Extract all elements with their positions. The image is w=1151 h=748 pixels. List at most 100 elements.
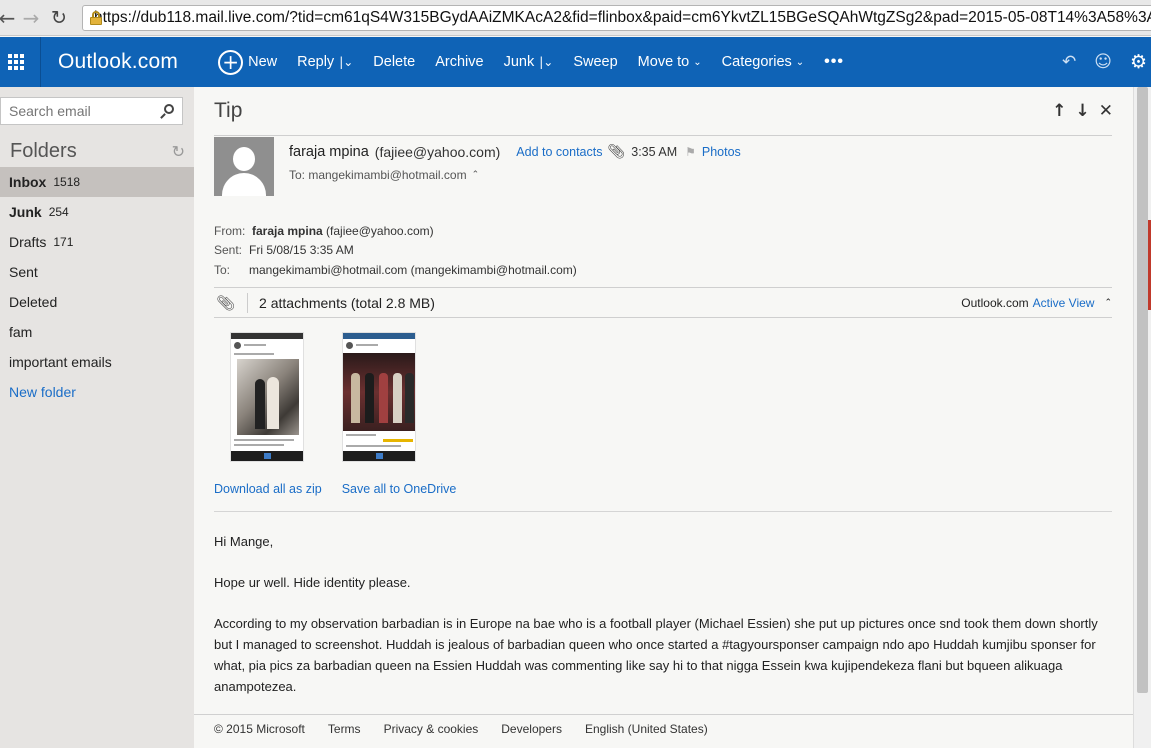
- junk-button[interactable]: Junk |⌄: [504, 54, 554, 70]
- expand-caret-icon[interactable]: ⌃: [472, 170, 480, 180]
- search-icon[interactable]: [160, 104, 174, 119]
- chevron-down-icon[interactable]: |⌄: [539, 55, 553, 69]
- from-email: (fajiee@yahoo.com): [326, 223, 434, 238]
- active-view: Outlook.com Active View ⌃: [961, 296, 1112, 310]
- sent-label: Sent:: [214, 243, 243, 258]
- sidebar-item-sent[interactable]: Sent: [0, 257, 194, 287]
- categories-button[interactable]: Categories ⌄: [722, 54, 805, 70]
- folder-count: 171: [53, 235, 74, 249]
- chevron-down-icon[interactable]: |⌄: [339, 55, 353, 69]
- browser-toolbar: ← → ↻ https://dub118.mail.live.com/?tid=…: [0, 0, 1151, 36]
- privacy-link[interactable]: Privacy & cookies: [384, 722, 479, 736]
- sweep-button[interactable]: Sweep: [573, 54, 617, 70]
- scrollbar-thumb[interactable]: [1137, 87, 1148, 693]
- new-folder-link[interactable]: New folder: [0, 377, 194, 407]
- app-header: Outlook.com + New Reply |⌄ Delete Archiv…: [0, 37, 1151, 87]
- flag-icon[interactable]: ⚑: [685, 145, 696, 159]
- attachment-thumbnail[interactable]: [342, 332, 416, 462]
- to-value: mangekimambi@hotmail.com (mangekimambi@h…: [249, 262, 577, 277]
- folder-count: 254: [48, 205, 69, 219]
- divider: [214, 317, 1112, 318]
- toolbar: + New Reply |⌄ Delete Archive Junk |⌄ Sw…: [218, 37, 864, 87]
- terms-link[interactable]: Terms: [328, 722, 361, 736]
- sidebar-item-deleted[interactable]: Deleted: [0, 287, 194, 317]
- chevron-down-icon: ⌄: [795, 56, 805, 68]
- developers-link[interactable]: Developers: [501, 722, 562, 736]
- add-to-contacts-link[interactable]: Add to contacts: [516, 145, 602, 159]
- search-box[interactable]: [0, 97, 183, 125]
- active-view-link[interactable]: Active View: [1033, 296, 1095, 310]
- folder-label: Inbox: [9, 174, 47, 190]
- download-zip-link[interactable]: Download all as zip: [214, 482, 322, 496]
- attachments-bar: 📎︎ 2 attachments (total 2.8 MB) Outlook.…: [214, 288, 1112, 317]
- reload-icon[interactable]: ↻: [48, 7, 70, 29]
- feedback-icon[interactable]: ☺: [1094, 52, 1112, 72]
- sidebar-item-important-emails[interactable]: important emails: [0, 347, 194, 377]
- to-label: To:: [214, 262, 231, 277]
- meta-to: To: mangekimambi@hotmail.com (mangekimam…: [214, 260, 577, 280]
- body-line: Hope ur well. Hide identity please.: [214, 575, 411, 590]
- waffle-icon[interactable]: [0, 37, 30, 87]
- collapse-caret-icon[interactable]: ⌃: [1104, 298, 1112, 308]
- refresh-icon[interactable]: ↻: [172, 142, 185, 161]
- message-meta: From: faraja mpina (fajiee@yahoo.com) Se…: [214, 221, 577, 280]
- folder-list: Inbox 1518 Junk 254 Drafts 171 Sent Dele…: [0, 167, 194, 407]
- divider: [247, 292, 249, 313]
- move-to-button[interactable]: Move to ⌄: [638, 54, 702, 70]
- up-arrow-icon[interactable]: ↑: [1052, 101, 1066, 121]
- from-label: From:: [214, 223, 246, 238]
- meta-from: From: faraja mpina (fajiee@yahoo.com): [214, 221, 577, 241]
- reading-pane: Tip ↑ ↓ ✕ faraja mpina (fajiee@yahoo.com…: [194, 87, 1133, 748]
- new-button[interactable]: + New: [218, 49, 278, 75]
- sender-email: (fajiee@yahoo.com): [374, 144, 501, 160]
- new-button-label: New: [248, 54, 278, 70]
- categories-label: Categories: [721, 54, 792, 70]
- save-onedrive-link[interactable]: Save all to OneDrive: [342, 482, 457, 496]
- footer: © 2015 Microsoft Terms Privacy & cookies…: [214, 722, 731, 736]
- down-arrow-icon[interactable]: ↓: [1076, 101, 1090, 121]
- divider: [214, 511, 1112, 512]
- sidebar: Folders ↻ Inbox 1518 Junk 254 Drafts 171…: [0, 87, 194, 748]
- folders-title: Folders: [10, 139, 77, 162]
- sender-line: faraja mpina (fajiee@yahoo.com) Add to c…: [289, 144, 741, 160]
- more-button[interactable]: •••: [824, 53, 844, 71]
- sidebar-item-fam[interactable]: fam: [0, 317, 194, 347]
- close-icon[interactable]: ✕: [1099, 101, 1113, 121]
- message-body: Hi Mange, Hope ur well. Hide identity pl…: [214, 531, 1114, 717]
- from-name[interactable]: faraja mpina: [252, 224, 323, 238]
- folder-count: 1518: [53, 175, 81, 189]
- url-text[interactable]: https://dub118.mail.live.com/?tid=cm61qS…: [94, 9, 1151, 27]
- sent-value: Fri 5/08/15 3:35 AM: [249, 243, 354, 258]
- divider: [214, 135, 1112, 136]
- junk-button-label: Junk: [503, 54, 535, 70]
- forward-arrow-icon[interactable]: →: [20, 6, 42, 30]
- message-time: 3:35 AM: [631, 145, 678, 159]
- folder-label: Deleted: [9, 294, 58, 310]
- undo-icon[interactable]: ↶: [1062, 52, 1076, 72]
- sender-name[interactable]: faraja mpina: [289, 144, 369, 160]
- brand-logo[interactable]: Outlook.com: [58, 50, 178, 74]
- back-arrow-icon[interactable]: ←: [0, 6, 18, 30]
- folder-label: Junk: [9, 204, 42, 220]
- archive-button[interactable]: Archive: [435, 54, 483, 70]
- reply-button[interactable]: Reply |⌄: [297, 54, 353, 70]
- sidebar-item-junk[interactable]: Junk 254: [0, 197, 194, 227]
- address-bar[interactable]: https://dub118.mail.live.com/?tid=cm61qS…: [82, 5, 1151, 31]
- paperclip-icon: 📎︎: [216, 293, 236, 312]
- move-to-label: Move to: [637, 54, 690, 70]
- folder-label: Sent: [9, 264, 38, 280]
- search-input[interactable]: [1, 103, 151, 119]
- sidebar-item-inbox[interactable]: Inbox 1518: [0, 167, 194, 197]
- to-summary-text: To: mangekimambi@hotmail.com: [289, 168, 467, 182]
- scrollbar[interactable]: [1133, 87, 1151, 748]
- language-link[interactable]: English (United States): [585, 722, 708, 736]
- attachment-thumbnail[interactable]: [230, 332, 304, 462]
- gear-icon[interactable]: ⚙: [1130, 51, 1147, 73]
- sidebar-item-drafts[interactable]: Drafts 171: [0, 227, 194, 257]
- delete-button[interactable]: Delete: [373, 54, 415, 70]
- avatar-icon: [214, 137, 274, 196]
- folders-header: Folders ↻: [10, 138, 185, 164]
- body-greeting: Hi Mange,: [214, 534, 274, 549]
- photos-link[interactable]: Photos: [702, 145, 741, 159]
- chevron-down-icon: ⌄: [693, 56, 702, 68]
